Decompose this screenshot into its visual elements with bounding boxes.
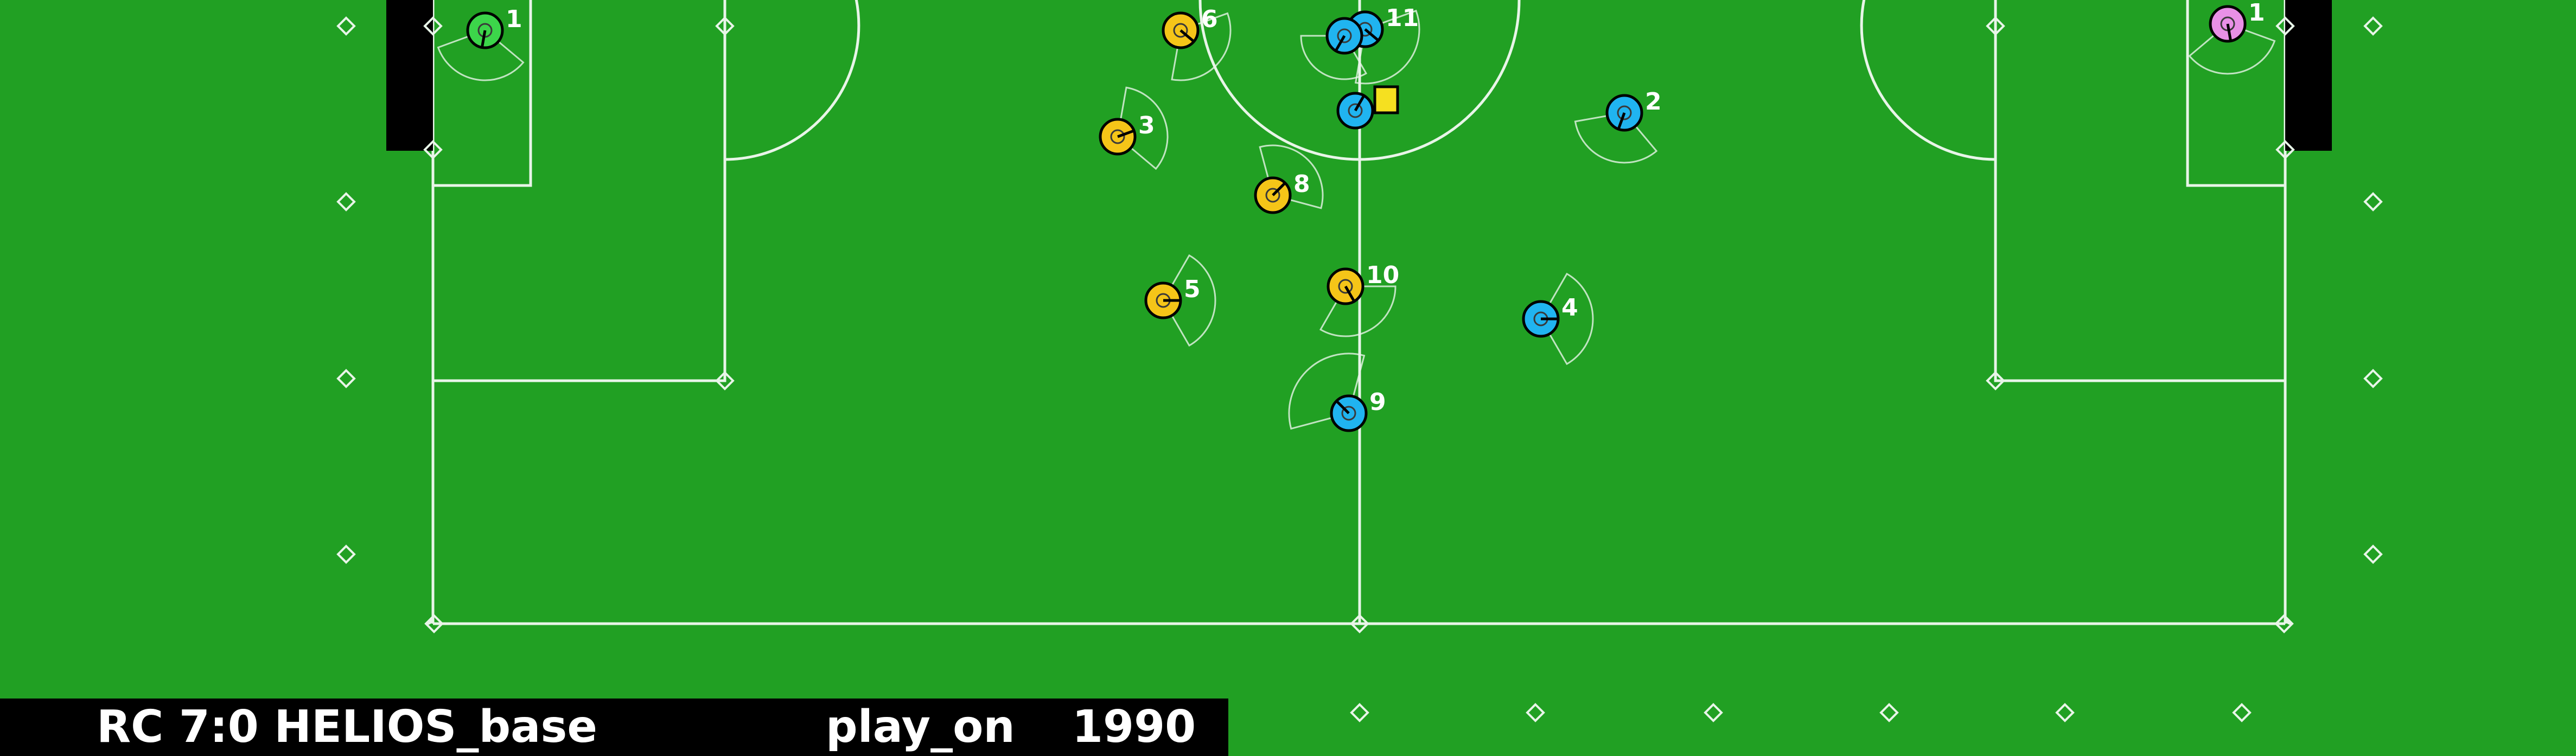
goal-left (386, 0, 433, 151)
player-number-label: 3 (1138, 112, 1155, 139)
ball-marker (1373, 85, 1399, 114)
player-number-label: 1 (506, 5, 522, 33)
playmode-text: play_on (826, 701, 1015, 753)
player-number-label: 4 (1561, 294, 1578, 322)
goal-right (2285, 0, 2332, 151)
player-number-label: 2 (1645, 88, 1662, 116)
player-number-label: 8 (1293, 170, 1310, 198)
scoreboard: RC 7:0 HELIOS_base play_on 1990 (0, 699, 1228, 756)
player-number-label: 10 (1366, 261, 1399, 289)
soccer-field: 13568101247911 (0, 0, 2576, 756)
player-number-label: 11 (1386, 4, 1419, 32)
player-number-label: 6 (1201, 5, 1218, 33)
cycle-counter: 1990 (1072, 701, 1196, 753)
player-number-label: 5 (1184, 276, 1201, 303)
score-text: RC 7:0 HELIOS_base (97, 701, 597, 753)
ball (1373, 85, 1399, 114)
player-number-label: 9 (1369, 388, 1386, 416)
player-number-label: 1 (2248, 0, 2265, 27)
